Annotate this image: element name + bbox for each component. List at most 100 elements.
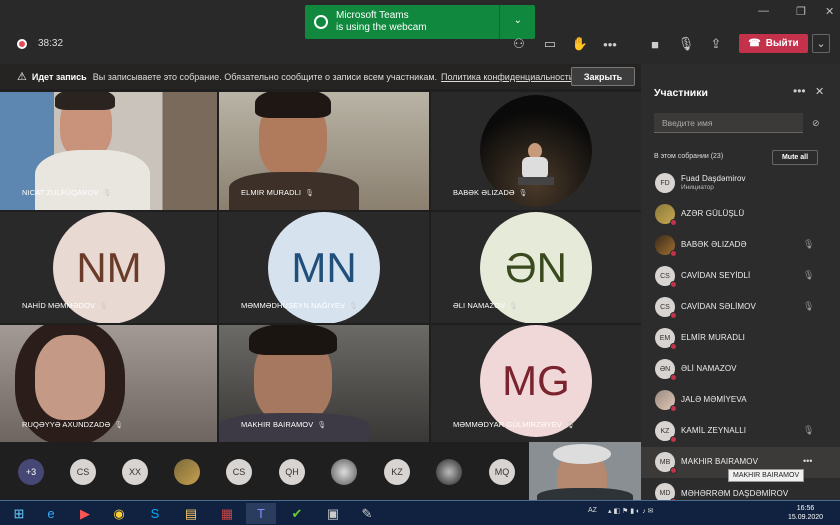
video-tile[interactable]: RUQƏYYƏ AXUNDZADƏ 🎙 bbox=[0, 325, 217, 442]
mic-icon: 🎙 bbox=[114, 421, 124, 429]
participant-row[interactable]: EM ELMİR MURADLI bbox=[641, 323, 840, 354]
video-tile[interactable]: NICAT ZULFÜQAROV 🎙 bbox=[0, 92, 217, 210]
microphone-icon[interactable]: 🎙 bbox=[676, 34, 696, 54]
participant-row[interactable]: MD MƏHƏRRƏM DAŞDƏMİROV bbox=[641, 478, 840, 500]
toast-title: Microsoft Teams bbox=[336, 10, 409, 21]
overflow-avatar-photo[interactable] bbox=[174, 459, 200, 485]
internet-explorer-icon[interactable]: e bbox=[36, 503, 66, 524]
teams-icon[interactable]: T bbox=[246, 503, 276, 524]
more-participants-button[interactable]: +3 bbox=[18, 459, 44, 485]
overflow-avatar[interactable]: KZ bbox=[384, 459, 410, 485]
share-invite-icon[interactable]: ⊘ bbox=[812, 118, 820, 129]
participant-name: MƏHƏRRƏM DAŞDƏMİROV bbox=[681, 489, 789, 498]
more-options-icon[interactable]: ••• bbox=[793, 84, 806, 98]
participant-name: MAKHIR BAIRAMOV bbox=[681, 457, 759, 466]
video-tile[interactable]: ELMIR MURADLI 🎙 bbox=[219, 92, 429, 210]
recording-message: Вы записываете это собрание. Обязательно… bbox=[92, 71, 438, 82]
more-options-icon[interactable]: ••• bbox=[803, 456, 812, 466]
webcam-icon bbox=[314, 15, 328, 29]
chevron-down-icon[interactable]: ⌄ bbox=[514, 15, 522, 27]
avatar-initials: MN bbox=[291, 244, 357, 291]
minimize-icon[interactable]: — bbox=[758, 5, 769, 17]
participant-search-input[interactable]: Введите имя bbox=[654, 113, 803, 133]
overflow-avatar[interactable]: CS bbox=[226, 459, 252, 485]
participant-name: ƏLİ NAMAZOV bbox=[681, 364, 737, 373]
windows-taskbar: ⊞ e ▶ ◉ S ▤ ▦ T ✔ ▣ ✎ AZ ▴ ◧ ⚑ ▮ ◐ ♪ ✉ 1… bbox=[0, 500, 840, 525]
participant-row[interactable]: BABƏK ƏLIZADƏ 🎙 bbox=[641, 230, 840, 261]
avatar: FD bbox=[655, 173, 675, 193]
overflow-avatar[interactable]: CS bbox=[70, 459, 96, 485]
participant-row[interactable]: CS CAVİDAN SEYİDLİ 🎙 bbox=[641, 261, 840, 292]
webcam-notification[interactable]: Microsoft Teams is using the webcam ⌄ bbox=[305, 5, 535, 39]
video-tile[interactable]: MN MƏMMƏDHÜSEYN NAĞIYEV 🎙 bbox=[219, 212, 429, 323]
avatar bbox=[655, 204, 677, 226]
video-tile[interactable]: NM NAHİD MƏMMƏDOV 🎙 bbox=[0, 212, 217, 323]
leave-button[interactable]: ☎ Выйти bbox=[739, 34, 808, 53]
mic-icon: 🎙 bbox=[565, 421, 575, 429]
toast-body: is using the webcam bbox=[336, 22, 427, 33]
overflow-avatar[interactable]: MQ bbox=[489, 459, 515, 485]
avatar: MB bbox=[655, 452, 677, 474]
language-indicator[interactable]: AZ bbox=[588, 507, 597, 514]
overflow-avatar-photo[interactable] bbox=[331, 459, 357, 485]
overflow-avatar-photo[interactable] bbox=[436, 459, 462, 485]
participant-row[interactable]: JALƏ MƏMİYEVA bbox=[641, 385, 840, 416]
skype-icon[interactable]: S bbox=[140, 503, 170, 524]
call-timer: 38:32 bbox=[38, 38, 64, 49]
mic-off-icon: 🎙 bbox=[803, 425, 815, 435]
avatar: ƏN bbox=[655, 359, 677, 381]
mic-off-icon: 🎙 bbox=[509, 302, 519, 310]
participant-row[interactable]: AZƏR GÜLÜŞLÜ bbox=[641, 199, 840, 230]
window-app-icon[interactable]: ▣ bbox=[318, 503, 348, 524]
chrome-icon[interactable]: ◉ bbox=[104, 503, 134, 524]
check-app-icon[interactable]: ✔ bbox=[282, 503, 312, 524]
media-player-icon[interactable]: ▶ bbox=[70, 503, 100, 524]
chat-icon[interactable]: ▭ bbox=[540, 34, 560, 54]
participant-name: Fuad Daşdəmirov bbox=[681, 174, 746, 183]
more-actions-icon[interactable]: ••• bbox=[600, 34, 620, 54]
participant-name: MƏMMƏDYAR GÜLMIRZƏYEV bbox=[453, 420, 562, 429]
participant-row[interactable]: CS CAVİDAN SƏLİMOV 🎙 bbox=[641, 292, 840, 323]
participants-icon[interactable]: ⚇ bbox=[509, 34, 529, 54]
recording-title: Идет запись bbox=[31, 71, 87, 82]
participant-role: Инициатор bbox=[681, 184, 714, 191]
mic-off-icon: 🎙 bbox=[349, 302, 359, 310]
mic-icon: 🎙 bbox=[518, 189, 528, 197]
archive-icon[interactable]: ▦ bbox=[212, 503, 242, 524]
window-close-icon[interactable]: ✕ bbox=[825, 5, 834, 18]
mic-off-icon: 🎙 bbox=[99, 302, 109, 310]
participant-name: ELMIR MURADLI bbox=[241, 188, 302, 197]
share-screen-icon[interactable]: ⇪ bbox=[706, 34, 726, 54]
video-tile[interactable]: MAKHIR BAIRAMOV 🎙 bbox=[219, 325, 429, 442]
participant-name: CAVİDAN SƏLİMOV bbox=[681, 302, 756, 311]
raise-hand-icon[interactable]: ✋ bbox=[570, 34, 590, 54]
privacy-link[interactable]: Политика конфиденциальности bbox=[441, 72, 574, 82]
video-tile[interactable]: ƏN ƏLI NAMAZOV 🎙 bbox=[431, 212, 641, 323]
participant-row[interactable]: ƏN ƏLİ NAMAZOV bbox=[641, 354, 840, 385]
camera-icon[interactable]: ■ bbox=[645, 34, 665, 54]
close-icon[interactable]: ✕ bbox=[815, 85, 824, 98]
overflow-avatar[interactable]: QH bbox=[279, 459, 305, 485]
participant-row[interactable]: FD Fuad Daşdəmirov Инициатор bbox=[641, 168, 840, 199]
file-explorer-icon[interactable]: ▤ bbox=[176, 503, 206, 524]
start-button-icon[interactable]: ⊞ bbox=[4, 503, 34, 524]
video-grid: NICAT ZULFÜQAROV 🎙 ELMIR MURADLI 🎙 BABƏK Ə… bbox=[0, 92, 641, 442]
mute-all-button[interactable]: Mute all bbox=[772, 150, 818, 165]
video-tile[interactable]: BABƏK ƏLIZADƏ 🎙 bbox=[431, 92, 641, 210]
participant-row[interactable]: KZ KAMİL ZEYNALLI 🎙 bbox=[641, 416, 840, 447]
close-banner-button[interactable]: Закрыть bbox=[571, 67, 635, 86]
clock-date: 15.09.2020 bbox=[788, 514, 824, 521]
mic-icon: 🎙 bbox=[317, 421, 327, 429]
pen-app-icon[interactable]: ✎ bbox=[352, 503, 382, 524]
system-clock[interactable]: 16:56 15.09.2020 bbox=[788, 504, 823, 522]
participant-name: ƏLI NAMAZOV bbox=[453, 301, 506, 310]
avatar-initials: NM bbox=[76, 244, 142, 291]
tray-icons[interactable]: ▴ ◧ ⚑ ▮ ◐ ♪ ✉ bbox=[608, 507, 654, 515]
self-video-preview[interactable] bbox=[529, 442, 641, 500]
participant-name: BABƏK ƏLIZADƏ bbox=[681, 240, 747, 249]
leave-options-chevron-icon[interactable]: ⌄ bbox=[812, 34, 830, 53]
mic-off-icon: 🎙 bbox=[803, 270, 815, 280]
overflow-avatar[interactable]: XX bbox=[122, 459, 148, 485]
video-tile[interactable]: MG MƏMMƏDYAR GÜLMIRZƏYEV 🎙 bbox=[431, 325, 641, 442]
restore-icon[interactable]: ❐ bbox=[796, 5, 806, 18]
